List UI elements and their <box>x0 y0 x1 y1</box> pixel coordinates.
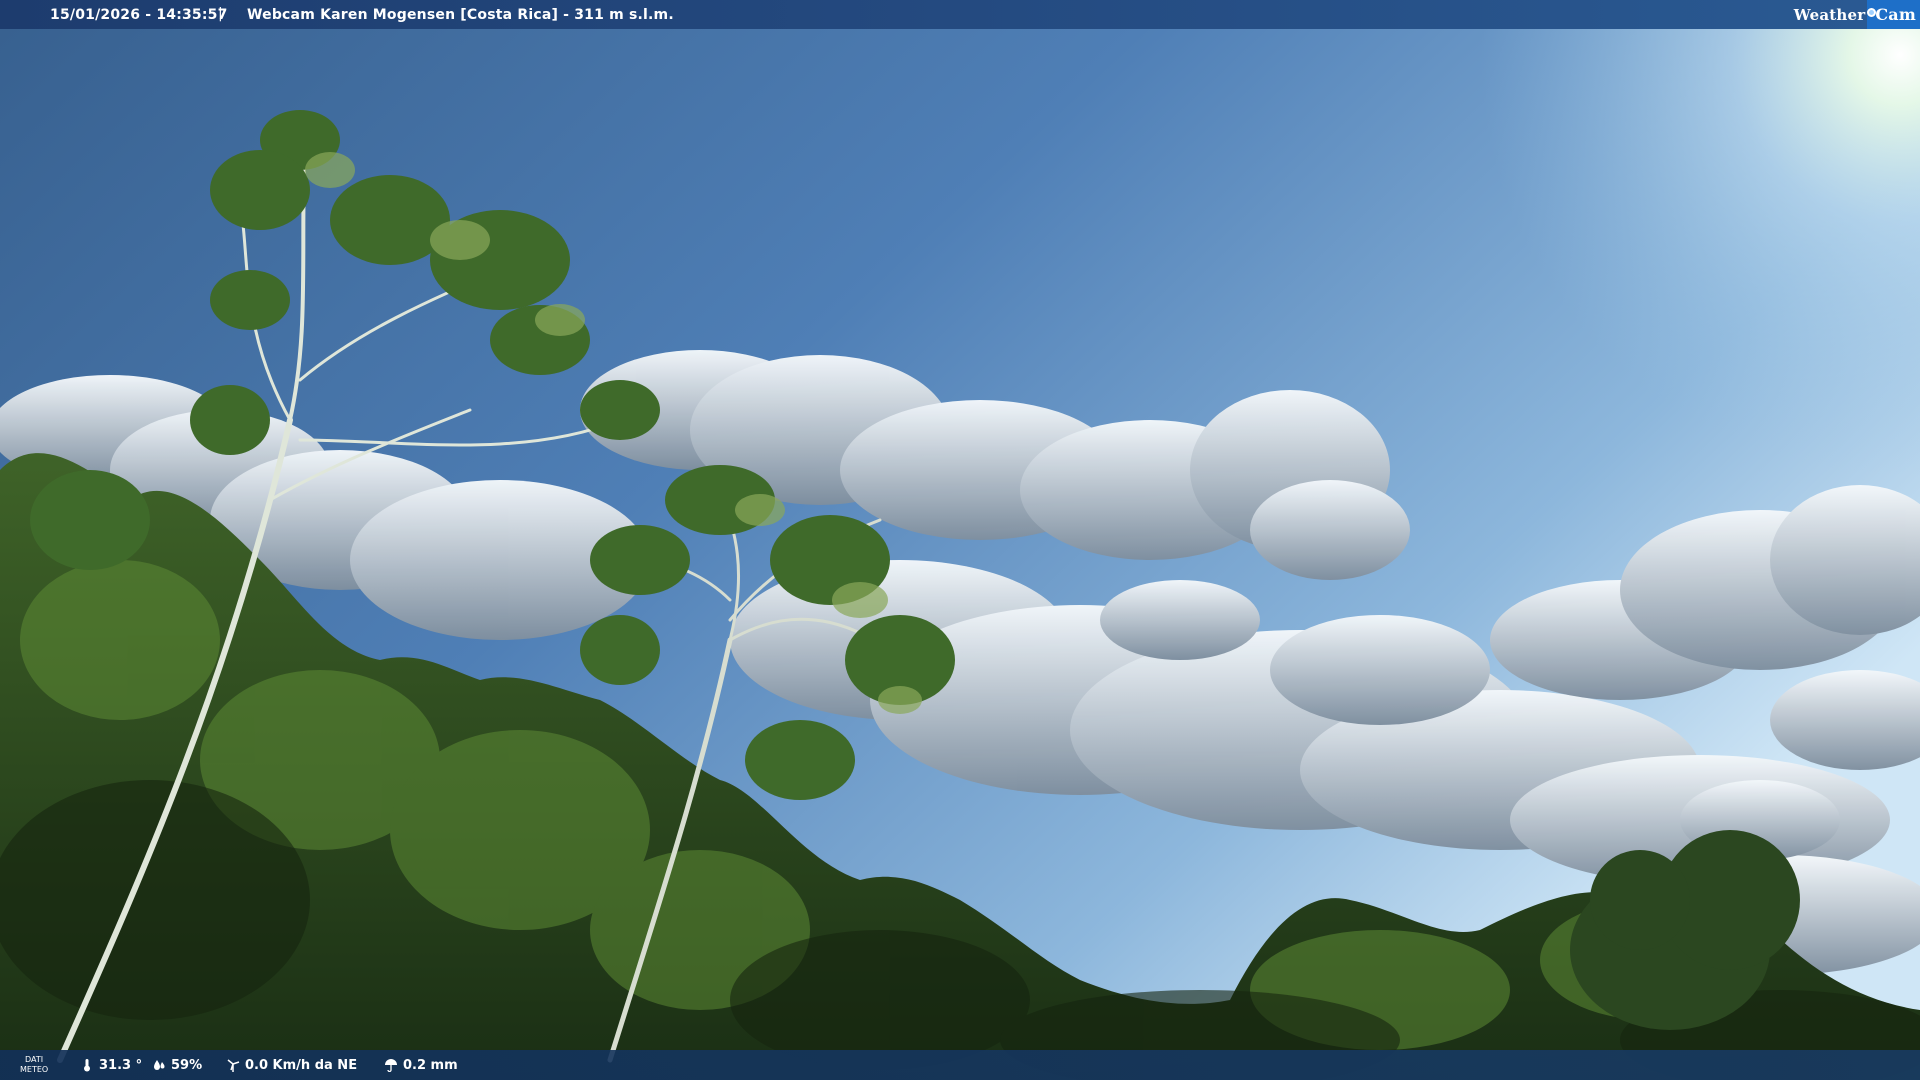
temperature-value: 31.3 ° <box>99 1057 143 1073</box>
separator: | <box>218 6 223 22</box>
wind-reading: 0.0 Km/h da NE <box>226 1050 357 1080</box>
humidity-value: 59% <box>171 1057 203 1073</box>
dati-meteo-label: DATI METEO <box>20 1055 49 1074</box>
logo-cam-text: Cam <box>1875 5 1916 24</box>
humidity-drops-icon <box>154 1060 165 1070</box>
top-bar: 15/01/2026 - 14:35:57 | Webcam Karen Mog… <box>0 0 1920 29</box>
weathercam-logo[interactable]: Weather Cam <box>1794 0 1920 29</box>
humidity-reading: 59% <box>152 1050 202 1080</box>
wind-value: 0.0 Km/h da NE <box>245 1057 358 1073</box>
thermometer-icon <box>84 1059 90 1072</box>
webcam-image <box>0 0 1920 1080</box>
logo-weather-text: Weather <box>1793 5 1866 24</box>
temperature-reading: 31.3 ° <box>80 1050 142 1080</box>
wind-turbine-icon <box>227 1059 240 1072</box>
webcam-title: Webcam Karen Mogensen [Costa Rica] - 311… <box>247 7 674 23</box>
timestamp: 15/01/2026 - 14:35:57 <box>50 7 228 23</box>
rain-value: 0.2 mm <box>403 1057 458 1073</box>
rain-reading: 0.2 mm <box>384 1050 458 1080</box>
umbrella-icon <box>385 1059 397 1072</box>
logo-cam-badge: Cam <box>1867 0 1920 29</box>
weather-data-bar: DATI METEO 31.3 ° 59% 0.0 Km/h da NE 0.2… <box>0 1050 1920 1080</box>
